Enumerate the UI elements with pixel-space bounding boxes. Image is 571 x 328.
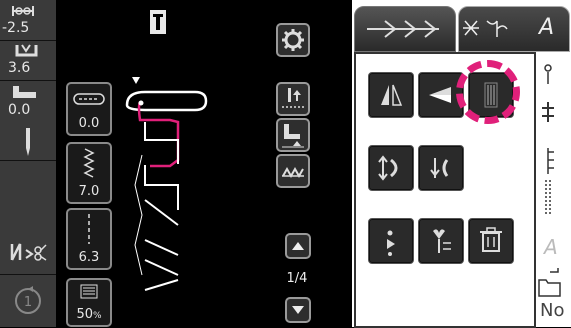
auto-lock-setting[interactable]: 0.0: [66, 82, 112, 136]
density-icon: [80, 284, 98, 299]
feed-dog-button[interactable]: [276, 154, 310, 188]
continuous-button[interactable]: [368, 218, 414, 264]
left-toolbar: -2.5 3.6 0.0 1: [0, 0, 56, 327]
presser-lift-button[interactable]: [276, 118, 310, 152]
presser-lift-icon: [282, 124, 304, 148]
delete-icon: [480, 227, 502, 252]
scroll-up-icon: [292, 242, 304, 250]
stitch-length-value: 3.6: [8, 60, 31, 76]
length-icon: [15, 44, 38, 57]
straight-stitch-setting[interactable]: 6.3: [66, 208, 112, 270]
needle-icon: [26, 128, 30, 156]
feed-dog-icon: [282, 166, 304, 179]
dense-stitch-icon: [545, 180, 551, 214]
comb-stitch-icon: [547, 148, 554, 174]
compress-icon: [430, 158, 449, 178]
tab-edit[interactable]: A: [458, 6, 570, 52]
restart-button[interactable]: 1: [0, 274, 56, 327]
stitch-lock-icon: [73, 93, 105, 105]
compress-button[interactable]: [418, 145, 464, 191]
bottom-label: No: [540, 300, 565, 321]
presser-foot-icon: [13, 86, 36, 98]
setting-box-3-value: 6.3: [78, 250, 100, 265]
restart-icon: 1: [15, 286, 41, 314]
continuous-icon: [387, 230, 395, 256]
scroll-up-button[interactable]: [285, 233, 311, 259]
width-icon: [12, 6, 34, 16]
highlight-circle: [456, 60, 520, 124]
zigzag-setting[interactable]: 7.0: [66, 142, 112, 204]
edit-panel: A A No: [352, 0, 571, 328]
straight-stitch-icon: [88, 214, 90, 244]
stitch-width-value: -2.5: [2, 20, 30, 36]
tab-stitch-sequence[interactable]: [354, 6, 456, 52]
settings-gear-button[interactable]: [276, 23, 310, 57]
scroll-down-button[interactable]: [285, 297, 311, 323]
needle-up-down-icon: [282, 88, 304, 108]
stitch-type-strip: A: [538, 64, 561, 297]
page-indicator: 1/4: [286, 271, 308, 286]
svg-text:A: A: [542, 235, 558, 259]
setting-box-2-value: 7.0: [78, 184, 100, 199]
mirror-horizontal-icon: [381, 84, 403, 106]
mirror-text-button[interactable]: [0, 230, 56, 275]
arrows-icon: [367, 20, 439, 38]
stitch-width-button[interactable]: -2.5: [0, 0, 56, 41]
presser-height-value: 0.0: [8, 102, 31, 118]
stretch-button[interactable]: [368, 145, 414, 191]
delete-button[interactable]: [468, 218, 514, 264]
presser-foot-button[interactable]: 0.0: [0, 80, 56, 161]
needle-up-down-button[interactable]: [276, 82, 310, 116]
mirror-text-icon: [10, 243, 47, 261]
satin-stitch-icon: [542, 102, 554, 122]
setting-box-1-value: 0.0: [78, 116, 100, 131]
stretch-icon: [378, 155, 398, 181]
scroll-down-icon: [292, 306, 304, 314]
tab-letter: A: [539, 15, 555, 40]
mirror-horizontal-button[interactable]: [368, 72, 414, 118]
density-setting[interactable]: 50%: [66, 278, 112, 327]
stitch-preview: [125, 10, 208, 291]
setting-box-4-value: 50%: [76, 307, 102, 322]
folder-icon: [538, 268, 561, 297]
stitch-length-button[interactable]: 3.6: [0, 40, 56, 81]
svg-text:1: 1: [24, 295, 32, 310]
zigzag-icon: [83, 148, 95, 178]
insert-button[interactable]: [418, 218, 464, 264]
edit-tab-icon: [463, 20, 508, 37]
settings-gear-icon: [282, 29, 304, 51]
start-marker: [132, 77, 140, 84]
insert-icon: [433, 229, 451, 253]
ornament-icon: [544, 64, 552, 84]
